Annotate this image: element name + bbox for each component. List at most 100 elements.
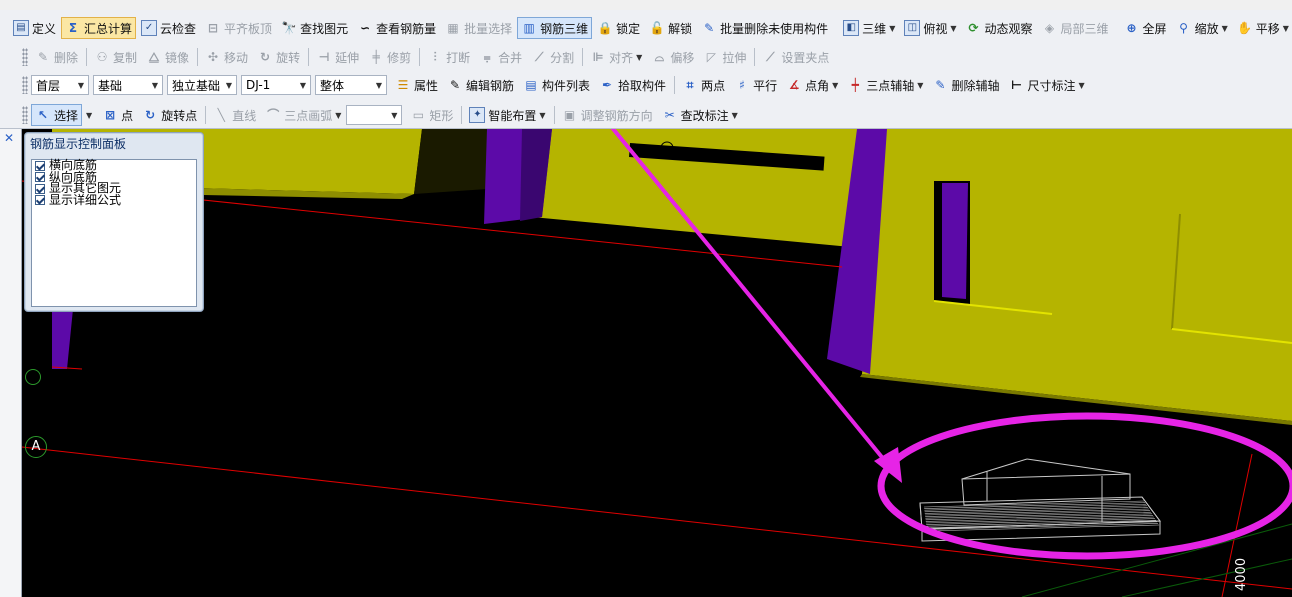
three-point-arc-button[interactable]: ⌒ 三点画弧 ▼	[261, 104, 345, 126]
define-button[interactable]: ▤ 定义	[9, 17, 60, 39]
rebar-mesh	[923, 500, 1160, 532]
delete-axis-button[interactable]: ✎ 删除辅轴	[928, 74, 1003, 96]
merge-icon: ⩦	[483, 50, 491, 64]
chevron-down-icon[interactable]: ▼	[86, 111, 92, 120]
delete-button[interactable]: ✎ 删除	[31, 46, 82, 68]
chevron-down-icon[interactable]: ▼	[539, 111, 545, 120]
split-button[interactable]: ⟋ 分割	[527, 46, 578, 68]
toolbar-grip[interactable]	[22, 106, 28, 124]
rebar-bar	[925, 511, 1152, 519]
rebar-bar	[924, 508, 1150, 516]
three-point-axis-button[interactable]: ┿ 三点辅轴 ▼	[843, 74, 927, 96]
line-icon: ╲	[217, 108, 225, 122]
component-list-button[interactable]: ▤ 构件列表	[519, 74, 594, 96]
point-button[interactable]: ⊠ 点	[98, 104, 137, 126]
rotate-point-icon: ↻	[145, 108, 156, 122]
toolbar-grip[interactable]	[22, 48, 28, 66]
pan-button[interactable]: ✋ 平移 ▼	[1233, 17, 1292, 39]
copy-button[interactable]: ⚇ 复制	[90, 46, 141, 68]
batch-select-button[interactable]: ▦ 批量选择	[441, 17, 516, 39]
summary-calc-button[interactable]: Σ 汇总计算	[61, 17, 137, 39]
dimension-button[interactable]: ⊢ 尺寸标注 ▼	[1004, 74, 1088, 96]
align-slab-top-button[interactable]: ⊟ 平齐板顶	[201, 17, 276, 39]
chevron-down-icon[interactable]: ▼	[950, 24, 956, 33]
stretch-button[interactable]: ◸ 拉伸	[699, 46, 750, 68]
two-point-axis-button[interactable]: ⌗ 两点	[678, 74, 729, 96]
component-select[interactable]: DJ-1 ▼	[241, 75, 311, 95]
mirror-button[interactable]: ⧋ 镜像	[142, 46, 193, 68]
select-button[interactable]: ↖ 选择	[31, 104, 83, 126]
offset-icon: ⌓	[654, 50, 665, 64]
rotate-point-button[interactable]: ↻ 旋转点	[138, 104, 201, 126]
option-show-detailed-formula[interactable]: 显示详细公式	[32, 194, 196, 207]
scope-select[interactable]: 整体 ▼	[315, 75, 387, 95]
chevron-down-icon[interactable]: ▼	[832, 81, 838, 90]
zoom-extents-icon: ⊕	[1126, 21, 1137, 35]
3d-viewport[interactable]: A 4000	[22, 129, 1292, 597]
rebar-quantity-icon: ∽	[360, 21, 371, 35]
chevron-down-icon[interactable]: ▼	[1078, 81, 1084, 90]
dimension-label: 4000	[1234, 557, 1249, 591]
rotate-button[interactable]: ↻ 旋转	[253, 46, 304, 68]
rebar-bar	[924, 505, 1148, 513]
checkbox[interactable]	[35, 172, 45, 183]
category-select[interactable]: 基础 ▼	[93, 75, 163, 95]
line-button[interactable]: ╲ 直线	[209, 104, 260, 126]
adjust-rebar-direction-button[interactable]: ▣ 调整钢筋方向	[558, 104, 657, 126]
chevron-down-icon[interactable]: ▼	[917, 81, 923, 90]
chevron-down-icon[interactable]: ▼	[732, 111, 738, 120]
chevron-down-icon[interactable]: ▼	[1222, 24, 1228, 33]
menu-bar	[0, 0, 1292, 10]
view-3d-button[interactable]: ◧ 三维 ▼	[839, 17, 899, 39]
merge-button[interactable]: ⩦ 合并	[475, 46, 526, 68]
close-icon[interactable]: ✕	[4, 131, 14, 145]
component-list-icon: ▤	[525, 78, 537, 92]
lock-button[interactable]: 🔒 锁定	[593, 17, 644, 39]
floor-select[interactable]: 首层 ▼	[31, 75, 89, 95]
extend-button[interactable]: ⊣ 延伸	[312, 46, 363, 68]
two-point-icon: ⌗	[686, 78, 694, 92]
pick-icon: ✒	[602, 78, 613, 92]
cloud-check-button[interactable]: ✓ 云检查	[137, 17, 200, 39]
edit-annotation-button[interactable]: ✂ 查改标注 ▼	[658, 104, 742, 126]
parallel-axis-button[interactable]: ♯ 平行	[730, 74, 781, 96]
smart-layout-button[interactable]: ✦ 智能布置 ▼	[465, 104, 549, 126]
pick-component-button[interactable]: ✒ 拾取构件	[595, 74, 670, 96]
checkbox[interactable]	[35, 195, 45, 206]
chevron-down-icon[interactable]: ▼	[1283, 24, 1289, 33]
toolbar-grip[interactable]	[22, 76, 28, 94]
type-select[interactable]: 独立基础 ▼	[167, 75, 237, 95]
rectangle-button[interactable]: ▭ 矩形	[406, 104, 457, 126]
edit-rebar-button[interactable]: ✎ 编辑钢筋	[443, 74, 518, 96]
chevron-down-icon[interactable]: ▼	[636, 53, 642, 62]
dynamic-orbit-button[interactable]: ⟳ 动态观察	[962, 17, 1037, 39]
break-button[interactable]: ⫶ 打断	[423, 46, 474, 68]
arc-icon: ⌒	[267, 108, 280, 122]
chevron-down-icon[interactable]: ▼	[335, 111, 341, 120]
checkbox[interactable]	[35, 183, 45, 194]
unlock-button[interactable]: 🔓 解锁	[645, 17, 696, 39]
offset-button[interactable]: ⌓ 偏移	[647, 46, 698, 68]
properties-button[interactable]: ☰ 属性	[391, 74, 442, 96]
point-angle-axis-button[interactable]: ∡ 点角 ▼	[782, 74, 842, 96]
align-button[interactable]: ⊫ 对齐 ▼	[586, 46, 646, 68]
find-element-button[interactable]: 🔭 查找图元	[277, 17, 352, 39]
full-screen-button[interactable]: ⊕ 全屏	[1120, 17, 1171, 39]
cloud-check-icon: ✓	[141, 20, 158, 36]
move-icon: ✣	[208, 50, 219, 64]
binoculars-icon: 🔭	[281, 21, 297, 35]
chevron-down-icon[interactable]: ▼	[889, 24, 895, 33]
rebar-3d-button[interactable]: ▥ 钢筋三维	[517, 17, 593, 39]
checkbox[interactable]	[35, 160, 45, 171]
zoom-button[interactable]: ⚲ 缩放 ▼	[1172, 17, 1232, 39]
top-view-button[interactable]: ◫ 俯视 ▼	[900, 17, 960, 39]
toolbar-component: 首层 ▼ 基础 ▼ 独立基础 ▼ DJ-1 ▼ 整体 ▼ ☰ 属性 ✎ 编辑钢筋 ▤ 构件列表 …	[0, 73, 1292, 97]
local-3d-button[interactable]: ◈ 局部三维	[1038, 17, 1113, 39]
set-grip-point-button[interactable]: ⟋ 设置夹点	[758, 46, 833, 68]
local-3d-icon: ◈	[1044, 21, 1055, 35]
view-rebar-quantity-button[interactable]: ∽ 查看钢筋量	[353, 17, 440, 39]
trim-button[interactable]: ╪ 修剪	[364, 46, 415, 68]
batch-delete-unused-button[interactable]: ✎ 批量删除未使用构件	[697, 17, 832, 39]
arc-option-select[interactable]: ▼	[346, 105, 403, 125]
move-button[interactable]: ✣ 移动	[201, 46, 252, 68]
